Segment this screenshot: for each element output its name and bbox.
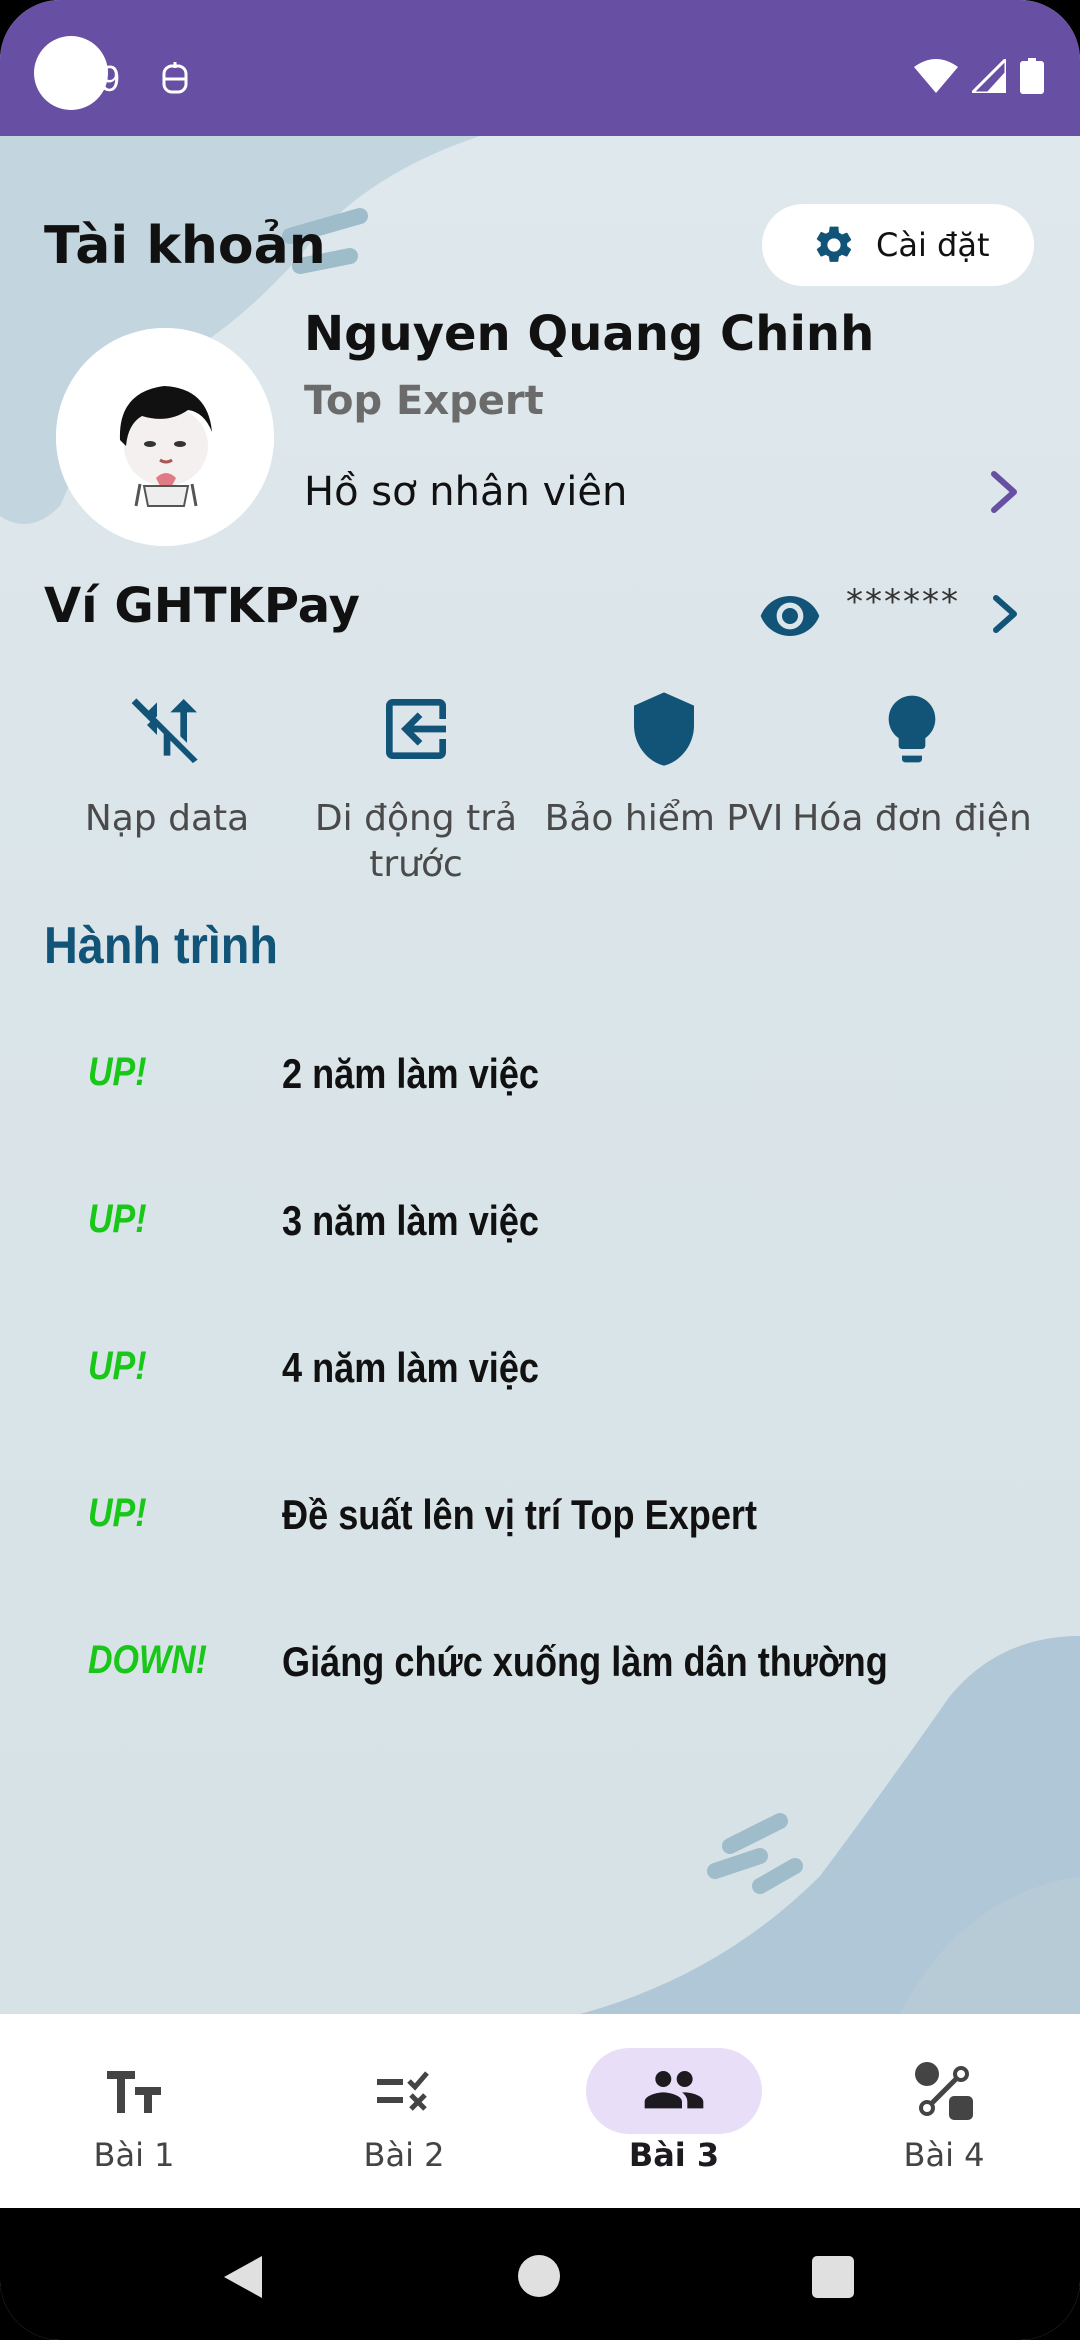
nav-item-bai-2[interactable]: Bài 2 <box>294 2048 514 2174</box>
nav-pill <box>316 2048 492 2134</box>
journey-text: Giáng chức xuống làm dân thường <box>282 1638 888 1685</box>
nav-item-bai-1[interactable]: Bài 1 <box>24 2048 244 2174</box>
shapes-icon <box>915 2062 973 2120</box>
journey-item: UP! 4 năm làm việc <box>0 1330 1080 1410</box>
eye-icon[interactable] <box>758 584 822 648</box>
user-rank: Top Expert <box>304 378 544 424</box>
wallet-chevron-right-icon[interactable] <box>988 588 1024 640</box>
battery-icon <box>1020 58 1044 94</box>
journey-item: UP! 2 năm làm việc <box>0 1036 1080 1116</box>
employee-profile-link[interactable]: Hồ sơ nhân viên <box>304 462 1020 522</box>
home-button[interactable] <box>518 2255 560 2297</box>
journey-badge: DOWN! <box>88 1638 207 1682</box>
nav-item-bai-4[interactable]: Bài 4 <box>834 2048 1054 2174</box>
avatar[interactable] <box>56 328 274 546</box>
data-transfer-off-icon <box>122 684 212 774</box>
wallet-services: Nạp data Di động trả trước Bảo hiểm PVI … <box>0 684 1080 904</box>
service-label: Bảo hiểm PVI <box>544 798 784 839</box>
service-prepaid-mobile[interactable]: Di động trả trước <box>291 684 541 888</box>
shield-icon <box>619 684 709 774</box>
nav-label: Bài 2 <box>363 2136 445 2174</box>
chevron-right-icon <box>991 471 1017 513</box>
wifi-icon <box>914 59 958 93</box>
journey-text: 4 năm làm việc <box>282 1344 540 1391</box>
nav-label: Bài 1 <box>93 2136 175 2174</box>
nav-pill-active <box>586 2048 762 2134</box>
journey-badge: UP! <box>88 1050 147 1094</box>
settings-label: Cài đặt <box>876 226 990 264</box>
journey-badge: UP! <box>88 1197 147 1241</box>
journey-item: DOWN! Giáng chức xuống làm dân thường <box>0 1624 1080 1704</box>
notification-icon <box>162 62 188 94</box>
service-electric-bill[interactable]: Hóa đơn điện <box>787 684 1037 842</box>
journey-title: Hành trình <box>44 917 278 975</box>
journey-text: 3 năm làm việc <box>282 1197 540 1244</box>
user-name: Nguyen Quang Chinh <box>304 306 875 362</box>
account-screen: Tài khoản Cài đặt Nguyen Quang Chinh Top… <box>0 136 1080 2014</box>
bottom-navigation: Bài 1 Bài 2 Bài 3 Bài 4 <box>0 2014 1080 2208</box>
camera-cutout <box>34 36 108 110</box>
text-size-icon <box>107 2071 161 2113</box>
back-icon[interactable] <box>222 2254 264 2300</box>
people-icon <box>644 2071 704 2109</box>
journey-text: Đề suất lên vị trí Top Expert <box>282 1491 758 1538</box>
nav-item-bai-3[interactable]: Bài 3 <box>564 2048 784 2174</box>
journey-item: UP! 3 năm làm việc <box>0 1183 1080 1263</box>
service-label: Di động trả trước <box>314 798 518 885</box>
journey-badge: UP! <box>88 1491 147 1535</box>
avatar-sticker-image <box>56 328 274 546</box>
checklist-icon <box>377 2071 429 2111</box>
signal-icon <box>972 59 1006 93</box>
system-navigation-bar <box>0 2208 1080 2340</box>
service-label: Hóa đơn điện <box>792 798 1032 839</box>
nav-label: Bài 3 <box>628 2136 720 2174</box>
status-bar: 9 <box>0 0 1080 136</box>
gear-icon <box>816 226 852 262</box>
settings-button[interactable]: Cài đặt <box>762 204 1034 286</box>
status-time: 9 <box>100 58 121 99</box>
lightbulb-icon <box>867 684 957 774</box>
service-insurance[interactable]: Bảo hiểm PVI <box>539 684 789 842</box>
page-title: Tài khoản <box>44 216 326 276</box>
recents-button[interactable] <box>812 2256 854 2298</box>
wallet-title: Ví GHTKPay <box>44 578 360 634</box>
nav-pill <box>856 2048 1032 2134</box>
service-data-topup[interactable]: Nạp data <box>42 684 292 842</box>
exit-to-app-icon <box>371 684 461 774</box>
journey-item: UP! Đề suất lên vị trí Top Expert <box>0 1477 1080 1557</box>
wallet-balance-masked: ****** <box>846 582 960 622</box>
phone-screen: 9 Tài khoản Cài đặt Nguyen Quang Chinh T… <box>0 0 1080 2340</box>
employee-profile-label: Hồ sơ nhân viên <box>304 469 628 515</box>
nav-label: Bài 4 <box>903 2136 985 2174</box>
journey-badge: UP! <box>88 1344 147 1388</box>
journey-text: 2 năm làm việc <box>282 1050 540 1097</box>
nav-pill <box>46 2048 222 2134</box>
status-icons <box>914 58 1044 94</box>
service-label: Nạp data <box>84 798 250 839</box>
